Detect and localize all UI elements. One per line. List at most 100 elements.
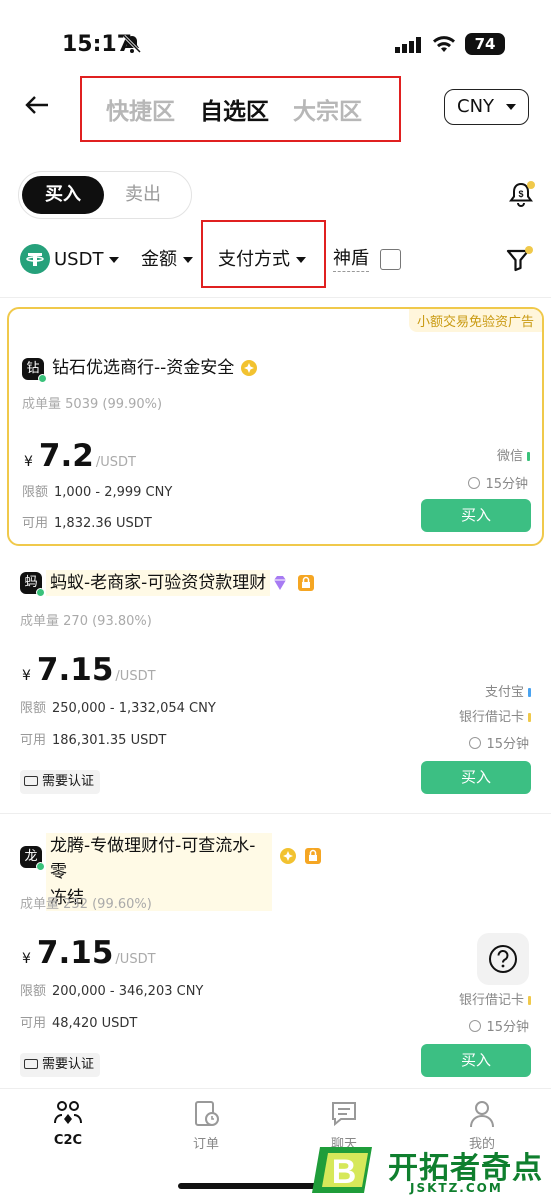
shield-checkbox[interactable] (380, 249, 401, 270)
verification-required-badge: 需要认证 (20, 770, 101, 794)
nav-item-orders[interactable]: 订单 (166, 1099, 246, 1152)
available-label: 可用 (20, 733, 47, 748)
limit-label: 限额 (22, 485, 49, 500)
tab-custom-zone[interactable]: 自选区 (200, 92, 269, 126)
currency-value: CNY (457, 96, 495, 117)
price-value: 7.2 (38, 438, 94, 474)
ad-card[interactable]: 小额交易免验资广告 钻 钻石优选商行--资金安全 成单量 5039 (99.90… (7, 307, 544, 546)
profile-icon (470, 1101, 494, 1128)
time-limit-value: 15分钟 (485, 477, 528, 492)
currency-symbol: ¥ (22, 951, 31, 967)
volume-value: 232 (99.60%) (63, 897, 152, 912)
price-value: 7.15 (36, 652, 114, 688)
time-limit-value: 15分钟 (486, 1020, 529, 1035)
order-volume: 成单量 232 (99.60%) (20, 893, 152, 912)
tab-bulk-zone[interactable]: 大宗区 (293, 92, 362, 126)
usdt-logo-icon (20, 244, 50, 274)
ad-card[interactable]: 蚂 蚂蚁-老商家-可验资贷款理财 成单量 270 (93.80%) ¥ 7.15… (0, 560, 551, 810)
chat-icon (332, 1102, 356, 1127)
buy-tab[interactable]: 买入 (22, 176, 104, 214)
orders-icon (195, 1101, 219, 1126)
online-dot (36, 588, 45, 597)
payment-method-name: 银行借记卡 (458, 710, 524, 725)
amount-filter-label: 金额 (141, 249, 177, 270)
payment-color-bar (528, 713, 531, 722)
avatar: 钻 (22, 358, 47, 383)
clock-icon (469, 737, 482, 749)
available-value: 186,301.35 USDT (52, 733, 167, 748)
currency-select[interactable]: CNY (444, 89, 529, 125)
limit-label: 限额 (20, 701, 47, 716)
buy-button[interactable]: 买入 (421, 499, 531, 532)
limit-value: 250,000 - 1,332,054 CNY (52, 701, 216, 716)
verification-required-badge: 需要认证 (20, 1053, 101, 1077)
price: ¥ 7.15 /USDT (22, 935, 156, 971)
clock-icon (469, 1020, 482, 1032)
merchant-name[interactable]: 钻石优选商行--资金安全 (52, 355, 234, 381)
watermark-logo-icon: B (312, 1147, 372, 1193)
available-label: 可用 (20, 1016, 47, 1031)
lock-badge-icon (305, 848, 321, 864)
payment-method-name: 微信 (496, 449, 523, 464)
price-value: 7.15 (36, 935, 114, 971)
limit-value: 200,000 - 346,203 CNY (52, 984, 204, 999)
price-alert-bell-icon[interactable]: $ (506, 180, 536, 210)
nav-item-c2c[interactable]: C2C (28, 1099, 108, 1148)
bell-off-icon (122, 34, 142, 54)
battery-indicator: 74 (465, 33, 505, 55)
payment-color-bar (528, 996, 531, 1005)
time-limit: 15分钟 (469, 1016, 529, 1035)
avatar-letter: 钻 (26, 361, 40, 376)
limit-row: 限额 250,000 - 1,332,054 CNY (20, 697, 216, 716)
limit-value: 1,000 - 2,999 CNY (54, 485, 173, 500)
svg-text:$: $ (518, 189, 523, 199)
limit-label: 限额 (20, 984, 47, 999)
merchant-name[interactable]: 蚂蚁-老商家-可验资贷款理财 (46, 570, 271, 596)
available-row: 可用 1,832.36 USDT (22, 512, 152, 531)
tab-quick-zone[interactable]: 快捷区 (106, 92, 175, 126)
payment-color-bar (528, 688, 531, 697)
payment-method: 微信 (497, 445, 530, 464)
payment-method: 银行借记卡 (459, 989, 531, 1008)
merchant-name-line1: 龙腾-专做理财付-可查流水-零 (50, 836, 256, 882)
nav-label: 订单 (192, 1137, 219, 1152)
watermark-domain: JSKTZ.COM (410, 1181, 503, 1195)
filter-funnel-icon[interactable] (505, 246, 533, 274)
available-value: 48,420 USDT (52, 1016, 138, 1031)
limit-row: 限额 200,000 - 346,203 CNY (20, 980, 203, 999)
help-button[interactable] (477, 933, 529, 985)
nav-label: C2C (53, 1133, 83, 1148)
shield-filter-label[interactable]: 神盾 (333, 247, 369, 272)
payment-method-filter[interactable]: 支付方式 (218, 247, 306, 273)
question-icon (489, 945, 517, 973)
volume-label: 成单量 (20, 614, 60, 629)
payment-method-name: 银行借记卡 (458, 993, 524, 1008)
svg-text:B: B (332, 1153, 357, 1191)
currency-symbol: ¥ (24, 454, 33, 470)
time-limit-value: 15分钟 (486, 737, 529, 752)
divider (0, 813, 551, 814)
ad-tag: 小额交易免验资广告 (408, 309, 542, 332)
ad-card[interactable]: 龙 龙腾-专做理财付-可查流水-零 冻结 成单量 232 (99.60%) ¥ … (0, 830, 551, 1085)
back-arrow-icon[interactable] (24, 92, 50, 118)
volume-label: 成单量 (22, 397, 62, 412)
wifi-icon (433, 36, 455, 52)
asset-filter[interactable]: USDT (54, 247, 120, 273)
avatar-letter: 蚂 (24, 575, 38, 590)
price-unit: /USDT (115, 669, 156, 684)
amount-filter[interactable]: 金额 (141, 247, 193, 273)
chevron-down-icon (296, 257, 306, 263)
available-label: 可用 (22, 516, 49, 531)
buy-sell-toggle: 买入 卖出 (18, 171, 192, 219)
available-row: 可用 48,420 USDT (20, 1012, 137, 1031)
avatar: 龙 (20, 846, 45, 871)
chevron-down-icon (183, 257, 193, 263)
payment-color-bar (527, 452, 530, 461)
sell-tab[interactable]: 卖出 (125, 176, 161, 214)
volume-value: 5039 (99.90%) (65, 397, 163, 412)
buy-button[interactable]: 买入 (421, 1044, 531, 1077)
buy-button[interactable]: 买入 (421, 761, 531, 794)
time-limit: 15分钟 (468, 473, 528, 492)
payment-method: 支付宝 (485, 681, 531, 700)
payment-method: 银行借记卡 (459, 706, 531, 725)
